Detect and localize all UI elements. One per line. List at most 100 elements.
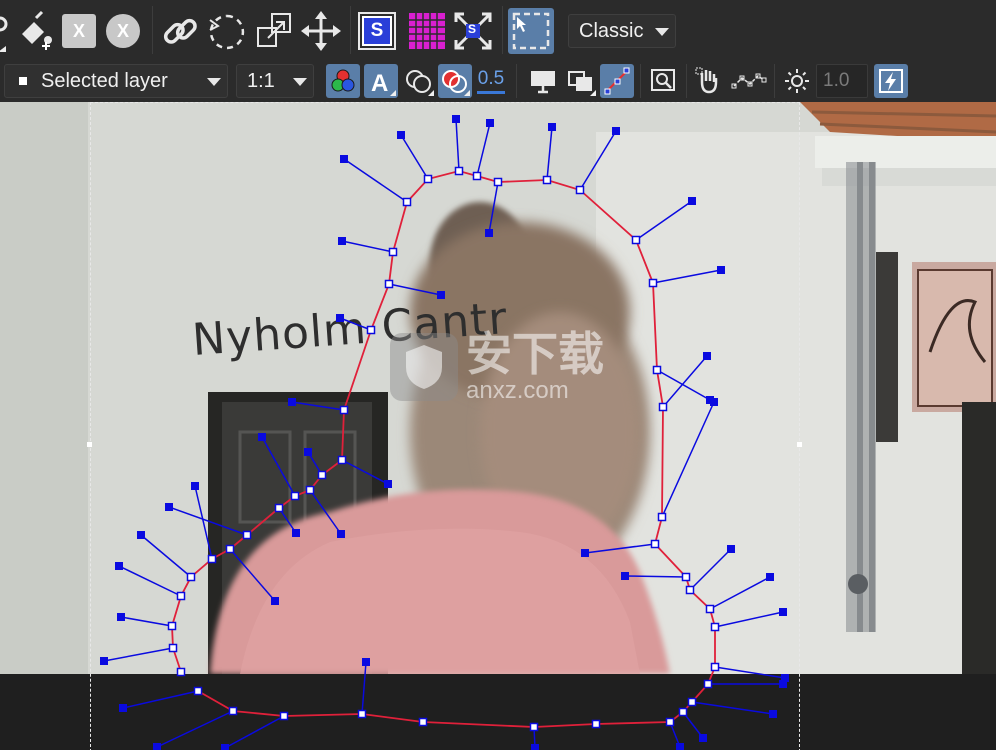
tangent-handle[interactable] — [153, 743, 161, 750]
path-anchor-node[interactable] — [186, 572, 196, 582]
path-anchor-node[interactable] — [290, 491, 300, 501]
clear-square-button[interactable]: X — [62, 14, 96, 48]
tangent-handle[interactable] — [766, 573, 774, 581]
path-anchor-node[interactable] — [703, 679, 713, 689]
path-anchor-node[interactable] — [678, 707, 688, 717]
tangent-handle[interactable] — [727, 545, 735, 553]
tangent-handle[interactable] — [548, 123, 556, 131]
tangent-handle[interactable] — [137, 531, 145, 539]
tangent-handle[interactable] — [100, 657, 108, 665]
path-nodes-icon[interactable] — [730, 64, 768, 98]
clear-circle-button[interactable]: X — [106, 14, 140, 48]
tangent-handle[interactable] — [338, 237, 346, 245]
path-anchor-node[interactable] — [591, 719, 601, 729]
path-anchor-node[interactable] — [423, 174, 433, 184]
path-anchor-node[interactable] — [575, 185, 585, 195]
path-anchor-node[interactable] — [207, 554, 217, 564]
path-anchor-node[interactable] — [193, 686, 203, 696]
tangent-handle[interactable] — [531, 744, 539, 750]
tangent-handle[interactable] — [437, 291, 445, 299]
mode-dropdown[interactable]: Classic — [568, 14, 676, 48]
tangent-handle[interactable] — [486, 119, 494, 127]
layer-dropdown[interactable]: Selected layer — [4, 64, 228, 98]
tangent-handle[interactable] — [337, 530, 345, 538]
tangent-handle[interactable] — [191, 482, 199, 490]
path-anchor-node[interactable] — [402, 197, 412, 207]
tangent-handle[interactable] — [485, 229, 493, 237]
path-anchor-node[interactable] — [529, 722, 539, 732]
path-anchor-node[interactable] — [176, 667, 186, 677]
path-anchor-node[interactable] — [242, 530, 252, 540]
move-icon[interactable] — [300, 10, 342, 52]
tangent-handle[interactable] — [621, 572, 629, 580]
tangent-handle[interactable] — [717, 266, 725, 274]
select-tool-button[interactable]: S — [358, 12, 396, 50]
path-anchor-node[interactable] — [685, 585, 695, 595]
tangent-handle[interactable] — [271, 597, 279, 605]
path-anchor-node[interactable] — [710, 662, 720, 672]
path-anchor-node[interactable] — [228, 706, 238, 716]
path-anchor-node[interactable] — [366, 325, 376, 335]
tangent-handle[interactable] — [676, 743, 684, 750]
tangent-handle[interactable] — [292, 529, 300, 537]
resize-icon[interactable] — [254, 10, 296, 52]
opacity-control[interactable]: 0.5 — [474, 64, 508, 98]
tangent-handle[interactable] — [779, 608, 787, 616]
tangent-handle[interactable] — [384, 480, 392, 488]
tangent-handle[interactable] — [119, 704, 127, 712]
path-anchor-node[interactable] — [710, 622, 720, 632]
path-anchor-node[interactable] — [176, 591, 186, 601]
tangent-handle[interactable] — [769, 710, 777, 718]
path-anchor-node[interactable] — [493, 177, 503, 187]
tangent-handle[interactable] — [340, 155, 348, 163]
path-anchor-node[interactable] — [650, 539, 660, 549]
path-anchor-node[interactable] — [388, 247, 398, 257]
rgb-channels-button[interactable] — [326, 64, 360, 98]
path-anchor-node[interactable] — [167, 621, 177, 631]
tangent-handle[interactable] — [165, 503, 173, 511]
path-anchor-node[interactable] — [657, 512, 667, 522]
path-anchor-node[interactable] — [337, 455, 347, 465]
path-anchor-node[interactable] — [274, 503, 284, 513]
inspect-icon[interactable] — [646, 64, 680, 98]
lasso-selection-icon[interactable] — [206, 10, 248, 54]
path-anchor-node[interactable] — [658, 402, 668, 412]
path-anchor-node[interactable] — [687, 697, 697, 707]
tangent-handle[interactable] — [581, 549, 589, 557]
zoom-dropdown[interactable]: 1:1 — [236, 64, 314, 98]
alpha-button[interactable]: A — [364, 64, 398, 98]
fit-selection-icon[interactable]: S — [452, 10, 494, 52]
path-anchor-node[interactable] — [665, 717, 675, 727]
tangent-handle[interactable] — [115, 562, 123, 570]
overlay-mode-icon[interactable] — [402, 64, 436, 98]
path-anchor-node[interactable] — [631, 235, 641, 245]
path-anchor-node[interactable] — [339, 405, 349, 415]
selection-path[interactable] — [171, 170, 716, 728]
flash-button[interactable] — [874, 64, 908, 98]
path-view-button[interactable] — [600, 64, 634, 98]
path-anchor-node[interactable] — [472, 171, 482, 181]
hand-icon[interactable] — [692, 64, 726, 98]
tangent-handle[interactable] — [221, 744, 229, 750]
tangent-handle[interactable] — [703, 352, 711, 360]
image-canvas[interactable]: Nyholm Cantr 安下载 anxz.com — [0, 102, 996, 750]
tangent-handle[interactable] — [706, 396, 714, 404]
brightness-icon[interactable] — [780, 64, 814, 98]
tangent-handle[interactable] — [397, 131, 405, 139]
tangent-handle[interactable] — [781, 674, 789, 682]
tangent-handle[interactable] — [288, 398, 296, 406]
monitor-icon[interactable] — [526, 64, 560, 98]
path-anchor-node[interactable] — [384, 279, 394, 289]
mask-overlay-button[interactable] — [438, 64, 472, 98]
path-anchor-node[interactable] — [648, 278, 658, 288]
path-anchor-node[interactable] — [279, 711, 289, 721]
bezier-path-overlay[interactable] — [0, 102, 996, 750]
path-anchor-node[interactable] — [357, 709, 367, 719]
path-anchor-node[interactable] — [542, 175, 552, 185]
path-anchor-node[interactable] — [317, 470, 327, 480]
path-anchor-node[interactable] — [305, 485, 315, 495]
path-anchor-node[interactable] — [681, 572, 691, 582]
paint-bucket-icon[interactable] — [14, 10, 56, 52]
tangent-handle[interactable] — [612, 127, 620, 135]
tangent-handle[interactable] — [117, 613, 125, 621]
